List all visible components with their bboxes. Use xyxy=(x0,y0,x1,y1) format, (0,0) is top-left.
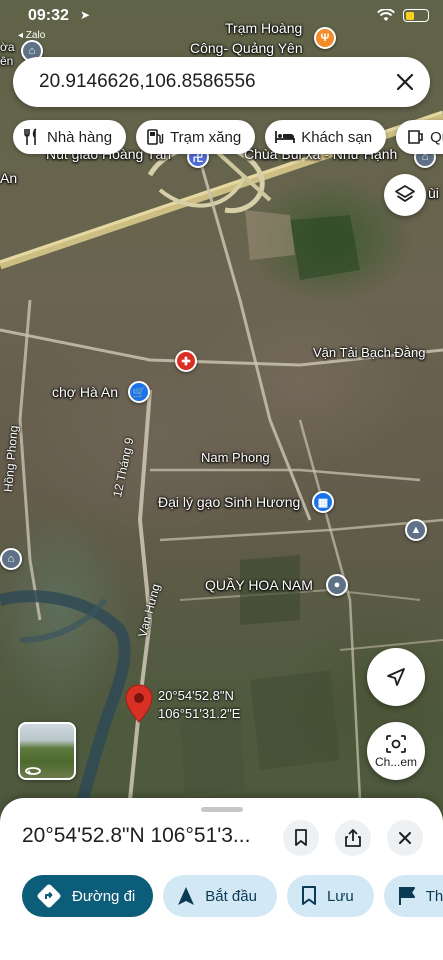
start-label: Bắt đầu xyxy=(205,887,257,905)
chip-label: Trạm xăng xyxy=(170,128,242,146)
share-button[interactable] xyxy=(335,820,371,856)
place-label-van-tai[interactable]: Vận Tải Bạch Đằng xyxy=(313,345,426,360)
street-view-rotate-icon xyxy=(25,767,41,775)
action-buttons: Đường đi Bắt đầu Lưu Th xyxy=(22,875,443,917)
battery-icon xyxy=(403,9,429,22)
layers-icon xyxy=(395,185,415,202)
pin-coordinates: 20°54'52.8"N 106°51'31.2"E xyxy=(158,687,240,723)
place-icon[interactable]: ● xyxy=(326,574,348,596)
save-place-button[interactable] xyxy=(283,820,319,856)
shopping-cart-icon[interactable]: 🛒 xyxy=(128,381,150,403)
street-view-thumbnail[interactable] xyxy=(18,722,76,780)
category-chips: Nhà hàng Trạm xăng Khách sạn Qu xyxy=(13,120,443,154)
clear-search-button[interactable] xyxy=(380,57,430,107)
status-time: 09:32 xyxy=(28,7,69,24)
place-label-cho-ha-an[interactable]: chợ Hà An xyxy=(52,384,118,400)
close-icon xyxy=(396,73,414,91)
map-layers-button[interactable] xyxy=(384,174,426,216)
close-sheet-button[interactable] xyxy=(387,820,423,856)
start-navigation-button[interactable]: Bắt đầu xyxy=(163,875,277,917)
chip-gas-stations[interactable]: Trạm xăng xyxy=(136,120,256,154)
place-title: 20°54'52.8"N 106°51'3... xyxy=(22,824,251,847)
dropped-pin-icon[interactable] xyxy=(124,684,154,724)
place-label-dai-ly-gao[interactable]: Đại lý gạo Sinh Hương xyxy=(158,494,300,510)
restaurant-icon[interactable]: Ψ xyxy=(314,27,336,49)
flag-icon xyxy=(398,887,415,905)
chip-restaurants[interactable]: Nhà hàng xyxy=(13,120,127,154)
more-action-button[interactable]: Th xyxy=(383,875,443,917)
store-icon[interactable]: ▦ xyxy=(312,491,334,513)
bookmark-icon xyxy=(301,886,316,905)
pin-longitude: 106°51'31.2"E xyxy=(158,706,241,721)
pin-latitude: 20°54'52.8"N xyxy=(158,688,234,703)
directions-label: Đường đi xyxy=(72,887,136,905)
sheet-drag-handle[interactable] xyxy=(201,807,243,812)
search-input[interactable]: 20.9146626,106.8586556 xyxy=(13,71,380,93)
restaurant-icon xyxy=(24,128,37,145)
close-icon xyxy=(399,832,411,844)
place-label-ui: ùi xyxy=(428,185,439,201)
camera-lens-icon xyxy=(386,734,406,753)
navigation-arrow-icon xyxy=(387,668,405,686)
school-icon[interactable]: ⌂ xyxy=(0,548,22,570)
my-location-button[interactable] xyxy=(367,648,425,706)
chip-shopping[interactable]: Qu xyxy=(396,120,443,154)
location-arrow-icon: ➤ xyxy=(80,8,91,22)
more-action-label: Th xyxy=(425,887,443,905)
shopping-icon xyxy=(408,130,423,144)
share-icon xyxy=(345,829,361,847)
monument-icon[interactable]: ▲ xyxy=(405,519,427,541)
chip-label: Nhà hàng xyxy=(47,128,113,146)
place-label-cut-left: ờa xyxy=(0,40,15,54)
place-label-an: An xyxy=(0,170,18,186)
gas-station-icon xyxy=(147,129,164,145)
place-label-nam-phong: Nam Phong xyxy=(201,450,270,465)
bookmark-icon xyxy=(295,829,307,846)
hospital-icon[interactable]: ✚ xyxy=(175,350,197,372)
chip-label: Qu xyxy=(430,128,443,146)
hotel-icon xyxy=(275,131,296,143)
lens-button[interactable]: Ch...em xyxy=(367,722,425,780)
lens-label: Ch...em xyxy=(374,754,417,769)
status-icons xyxy=(377,9,429,22)
chip-label: Khách sạn xyxy=(301,128,373,146)
save-button[interactable]: Lưu xyxy=(286,875,374,917)
status-bar: 09:32 ➤ xyxy=(0,0,443,30)
place-label-tram-hoang-line2: Công- Quảng Yên xyxy=(190,40,303,56)
back-to-app[interactable]: ◂ Zalo xyxy=(18,30,45,41)
place-label-quay-hoa[interactable]: QUẦY HOA NAM xyxy=(205,577,313,593)
place-label-cut-left-2: ên xyxy=(0,54,14,68)
search-bar[interactable]: 20.9146626,106.8586556 xyxy=(13,57,430,107)
directions-icon xyxy=(37,884,61,908)
navigation-start-icon xyxy=(178,887,195,905)
save-label: Lưu xyxy=(326,887,354,905)
chip-hotels[interactable]: Khách sạn xyxy=(265,120,387,154)
directions-button[interactable]: Đường đi xyxy=(22,875,154,917)
wifi-icon xyxy=(377,9,395,21)
